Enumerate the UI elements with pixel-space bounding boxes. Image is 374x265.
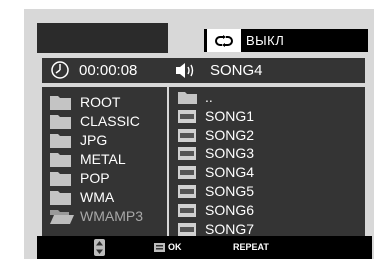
folder-label: JPG [80, 132, 108, 148]
folder-label: ROOT [80, 94, 121, 110]
file-item-song6[interactable]: SONG6 [178, 201, 358, 220]
mp3-player-screen: ВЫКЛ 00:00:08 SONG4 ROOT CLASSIC JPG MET… [24, 9, 374, 259]
folder-item-pop[interactable]: POP [50, 169, 160, 188]
file-item-song2[interactable]: SONG2 [178, 126, 358, 145]
file-list-panel: .. SONG1 SONG2 SONG3 SONG4 SONG5 SONG6 S… [169, 87, 365, 239]
folder-item-metal[interactable]: METAL [50, 150, 160, 169]
file-label: SONG4 [205, 164, 255, 181]
repeat-mode-indicator: ВЫКЛ [204, 29, 368, 52]
current-track-title: SONG4 [210, 62, 263, 79]
mp3-file-icon [178, 147, 196, 161]
folder-icon [50, 96, 71, 110]
folder-label: WMA [80, 189, 115, 205]
folder-icon [50, 191, 71, 205]
file-label: .. [205, 89, 213, 105]
file-item-song3[interactable]: SONG3 [178, 144, 358, 163]
enter-icon [154, 243, 165, 252]
folder-icon [50, 172, 71, 186]
file-list: .. SONG1 SONG2 SONG3 SONG4 SONG5 SONG6 S… [178, 88, 358, 238]
mp3-file-icon [178, 128, 196, 142]
mp3-file-icon [178, 109, 196, 123]
mp3-file-icon [178, 222, 196, 236]
open-folder-icon [50, 210, 74, 224]
parent-folder-item[interactable]: .. [178, 88, 358, 107]
folder-label: CLASSIC [80, 113, 140, 129]
repeat-state: ВЫКЛ [246, 33, 285, 48]
folder-item-wma[interactable]: WMA [50, 188, 160, 207]
now-playing-bar: SONG4 [164, 58, 365, 83]
file-label: SONG5 [205, 182, 255, 199]
folder-label: METAL [80, 151, 126, 167]
elapsed-time-bar: 00:00:08 [42, 58, 167, 83]
file-item-song4[interactable]: SONG4 [178, 163, 358, 182]
elapsed-time: 00:00:08 [79, 62, 138, 79]
repeat-hint: REPEAT [233, 242, 269, 252]
up-down-icon [94, 239, 105, 256]
mp3-file-icon [178, 166, 196, 180]
folder-label: POP [80, 170, 110, 186]
folder-list: ROOT CLASSIC JPG METAL POP WMA WMAMP3 [50, 93, 160, 226]
speaker-icon [176, 63, 194, 78]
folder-item-root[interactable]: ROOT [50, 93, 160, 112]
folder-icon [178, 92, 197, 104]
repeat-icon [207, 29, 241, 52]
ok-hint: OK [168, 242, 182, 252]
header-left-panel [37, 23, 168, 53]
folder-item-wmamp3[interactable]: WMAMP3 [50, 207, 160, 226]
mp3-file-icon [178, 184, 196, 198]
folder-list-panel: ROOT CLASSIC JPG METAL POP WMA WMAMP3 [42, 87, 167, 239]
file-label: SONG3 [205, 145, 255, 162]
file-item-song5[interactable]: SONG5 [178, 182, 358, 201]
mp3-file-icon [178, 203, 196, 217]
file-label: SONG1 [205, 107, 255, 124]
folder-icon [50, 115, 71, 129]
folder-item-classic[interactable]: CLASSIC [50, 112, 160, 131]
file-item-song1[interactable]: SONG1 [178, 107, 358, 126]
folder-icon [50, 134, 71, 148]
folder-label: WMAMP3 [80, 208, 143, 224]
file-label: SONG6 [205, 201, 255, 218]
folder-item-jpg[interactable]: JPG [50, 131, 160, 150]
clock-icon [51, 61, 69, 79]
help-bar: OK REPEAT [37, 236, 372, 259]
folder-icon [50, 153, 71, 167]
file-label: SONG2 [205, 126, 255, 143]
